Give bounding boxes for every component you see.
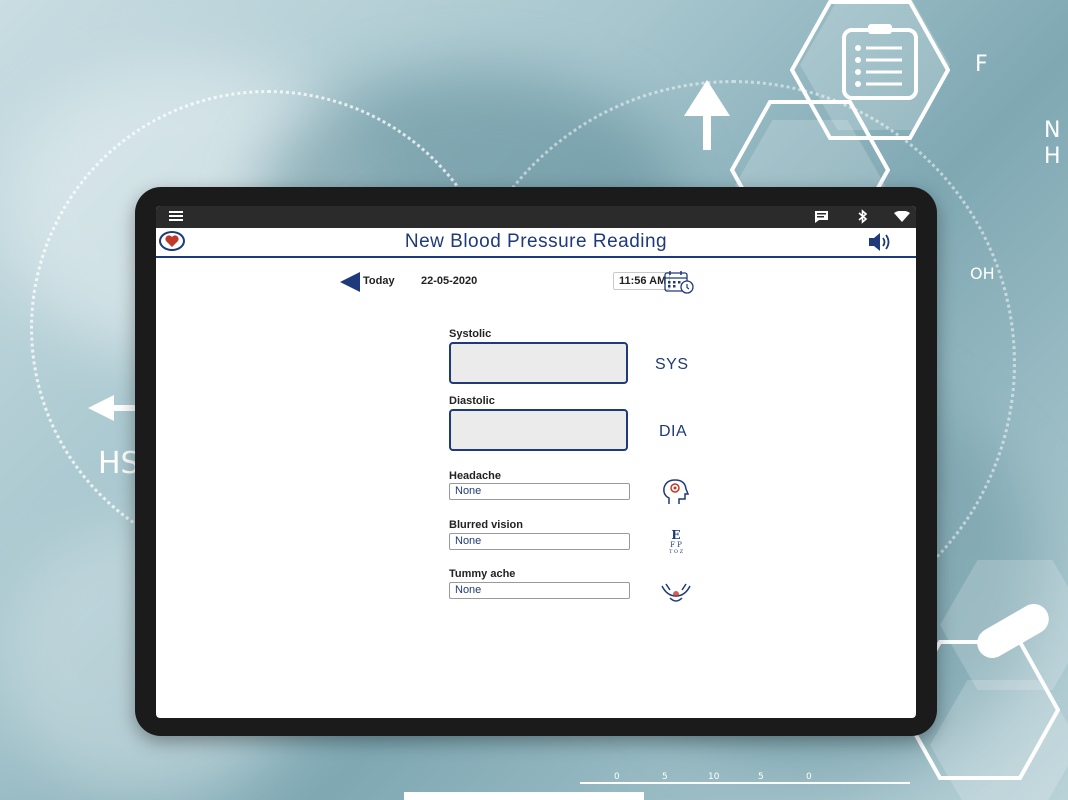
ruler-tick: 0 <box>614 772 620 782</box>
today-label: Today <box>363 275 395 287</box>
tummy-ache-label: Tummy ache <box>449 568 516 580</box>
bg-text-f: F <box>975 52 988 77</box>
bg-text-h: H <box>1044 144 1061 169</box>
time-field[interactable]: 11:56 AM <box>613 272 670 290</box>
blurred-vision-label: Blurred vision <box>449 519 523 531</box>
systolic-input[interactable] <box>449 342 628 384</box>
eye-chart-icon: E F P T O Z <box>669 528 684 555</box>
clipboard-icon <box>842 24 918 100</box>
status-bar <box>156 206 916 228</box>
bg-text-n: N <box>1044 118 1061 143</box>
app-screen: New Blood Pressure Reading Today 22-05-2… <box>156 206 916 718</box>
ruler-tick: 5 <box>662 772 668 782</box>
date-row: Today 22-05-2020 11:56 AM <box>156 270 916 294</box>
capsule-icon <box>977 604 1049 658</box>
bluetooth-icon <box>858 209 867 224</box>
bg-text-hs: HS <box>98 446 140 481</box>
app-bar: New Blood Pressure Reading <box>156 228 916 258</box>
head-icon <box>663 479 690 504</box>
ruler-tick: 10 <box>708 772 720 782</box>
blurred-vision-select[interactable]: None <box>449 533 630 550</box>
date-value[interactable]: 22-05-2020 <box>421 275 477 287</box>
arrow-up-icon <box>684 80 730 150</box>
ruler-tick: 0 <box>806 772 812 782</box>
svg-text:F P: F P <box>670 541 682 549</box>
tummy-ache-select[interactable]: None <box>449 582 630 599</box>
diastolic-input[interactable] <box>449 409 628 451</box>
systolic-label: Systolic <box>449 328 492 340</box>
svg-text:T O Z: T O Z <box>669 549 684 555</box>
systolic-unit: SYS <box>655 356 689 373</box>
diastolic-label: Diastolic <box>449 395 495 407</box>
arrow-left-icon <box>88 395 138 421</box>
tummy-icon <box>661 583 691 602</box>
back-arrow-icon[interactable] <box>340 272 360 292</box>
ruler-tick: 5 <box>758 772 764 782</box>
speaker-icon[interactable] <box>868 232 894 252</box>
page-title: New Blood Pressure Reading <box>404 231 668 252</box>
menu-icon[interactable] <box>169 211 183 221</box>
message-icon <box>815 211 828 223</box>
bottom-strip <box>404 792 644 800</box>
wifi-icon <box>894 211 910 222</box>
bg-text-oh: OH <box>970 264 995 283</box>
diastolic-unit: DIA <box>659 423 688 440</box>
calendar-clock-icon[interactable] <box>664 270 694 294</box>
headache-select[interactable]: None <box>449 483 630 500</box>
ruler-bar <box>580 782 910 784</box>
headache-label: Headache <box>449 470 501 482</box>
svg-text:E: E <box>671 528 680 542</box>
